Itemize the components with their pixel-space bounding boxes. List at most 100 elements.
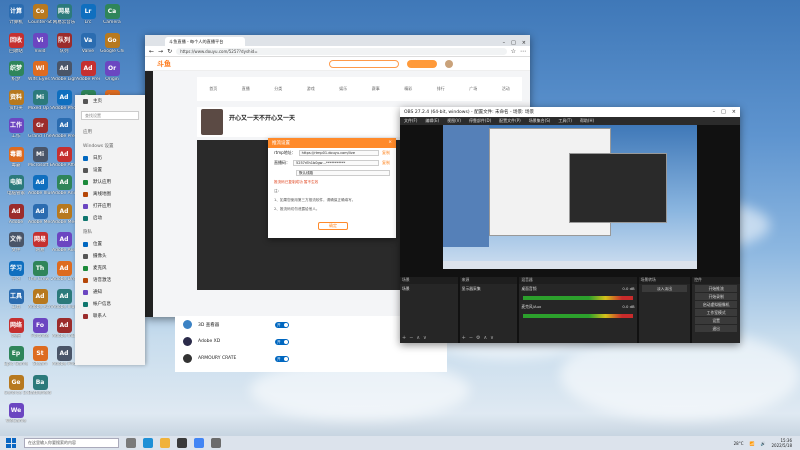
clock[interactable]: 15:36 2022/5/18 [771, 438, 792, 448]
refresh-icon[interactable]: ↻ [167, 48, 172, 55]
weather-text[interactable]: 28°C [734, 441, 744, 446]
key-copy-button[interactable]: 复制 [382, 160, 390, 166]
obs-menu-item[interactable]: 文件(F) [404, 118, 417, 124]
desktop-icon[interactable]: AdAdobe Acrobat [28, 289, 52, 310]
obs-control-button[interactable]: 退出 [695, 325, 738, 332]
obs-control-button[interactable]: 开始录制 [695, 293, 738, 300]
desktop-icon[interactable]: 文件 文件 [4, 232, 28, 253]
obs-window[interactable]: OBS 27.2.4 (64-bit, windows) - 配置文件: 未命名… [400, 107, 741, 343]
permission-toggle[interactable]: 开 [275, 355, 289, 362]
desktop-icon[interactable]: AdAdobe InDesign [52, 317, 76, 339]
desktop-icon[interactable]: 学习 学习 [4, 260, 28, 282]
desktop-icon[interactable]: Vi Vivid [28, 32, 52, 54]
desktop-icon[interactable]: GeGeforce Experience [4, 374, 28, 396]
obs-control-button[interactable]: 启动虚拟摄像机 [695, 301, 738, 308]
site-nav-item[interactable]: 分类 [274, 86, 282, 92]
desktop-icon[interactable]: 电脑 电脑管家 [4, 175, 28, 196]
desktop-icon[interactable]: AdAdobe Audition [52, 232, 76, 253]
desktop-icon[interactable]: 网络 网络 [4, 317, 28, 339]
desktop-icon[interactable]: AdAdobe Premiere [76, 61, 100, 82]
settings-nav-item[interactable]: 麦克风 [75, 262, 145, 274]
site-nav-item[interactable]: 直播 [242, 86, 250, 92]
site-nav-item[interactable]: 赛事 [372, 86, 380, 92]
browser-tab[interactable]: 斗鱼直播 - 每个人的直播平台 [165, 37, 245, 46]
settings-search-input[interactable]: 查找设置 [81, 111, 139, 120]
taskbar-search-input[interactable]: 在这里输入你要搜索的内容 [24, 438, 119, 448]
desktop-icon[interactable]: 毒霸 毒霸 [4, 146, 28, 168]
desktop-icon[interactable]: AdAdobe Photoshop [52, 89, 76, 111]
dialog-close-icon[interactable]: × [388, 140, 392, 146]
desktop-icon[interactable]: Fo Fortnite [28, 317, 52, 339]
site-search-input[interactable] [329, 59, 399, 68]
volume-icon[interactable]: 🔊 [761, 441, 766, 446]
line-select[interactable]: 默认线路 [296, 170, 390, 176]
desktop-icon[interactable]: AdAdobe Lightroom [52, 61, 76, 82]
desktop-icon[interactable]: 网易 网易云音乐 [52, 4, 76, 25]
ok-button[interactable]: 确定 [318, 222, 348, 230]
settings-nav-item[interactable]: 通知 [75, 286, 145, 298]
obs-control-button[interactable]: 工作室模式 [695, 309, 738, 316]
settings-nav-item[interactable]: 摄像头 [75, 250, 145, 262]
desktop-icon[interactable]: AdAdobe Illustrator [28, 175, 52, 196]
sources-tools[interactable]: +−⚙∧∨ [462, 335, 497, 341]
forward-icon[interactable]: → [158, 48, 163, 55]
desktop-icon[interactable]: Or Origin [100, 61, 124, 82]
obs-taskbar-icon[interactable] [177, 438, 187, 448]
site-logo[interactable]: 斗鱼 [157, 59, 171, 69]
explorer-icon[interactable] [160, 438, 170, 448]
settings-nav-item[interactable]: 日历 [75, 152, 145, 164]
obs-menu-item[interactable]: 工具(T) [558, 118, 572, 124]
settings-nav-item[interactable]: 离线地图 [75, 188, 145, 200]
site-nav-item[interactable]: 首页 [209, 86, 217, 92]
settings-nav-item[interactable]: 位置 [75, 238, 145, 250]
task-view-icon[interactable] [126, 438, 136, 448]
desktop-icon[interactable]: AdAdobe Animate [52, 175, 76, 196]
obs-control-button[interactable]: 开始推流 [695, 285, 738, 292]
desktop-icon[interactable]: MiMicrosoft Edge [28, 146, 52, 168]
maximize-icon[interactable]: □ [721, 109, 726, 115]
desktop-icon[interactable]: AdAdobe Media... [28, 203, 52, 225]
star-icon[interactable]: ☆ [511, 48, 516, 55]
desktop-icon[interactable]: Lr Lrc [76, 4, 100, 25]
home-item[interactable]: 主页 [75, 95, 145, 107]
desktop-icon[interactable]: 计算 计算机 [4, 4, 28, 25]
desktop-icon[interactable]: Th The Crew 2 [28, 260, 52, 282]
permission-toggle[interactable]: 开 [275, 338, 289, 345]
minimize-icon[interactable]: – [713, 109, 716, 115]
settings-nav-item[interactable]: 启动 [75, 212, 145, 224]
desktop-icon[interactable]: AdAdobe Dreamweaver [52, 260, 76, 282]
obs-menu-item[interactable]: 配置文件(P) [499, 118, 521, 124]
site-nav-item[interactable]: 排行 [437, 86, 445, 92]
desktop-icon[interactable]: Va Valve [76, 32, 100, 54]
user-avatar[interactable] [445, 59, 453, 68]
desktop-icon[interactable]: GrGrand Theft Auto V [28, 118, 52, 139]
desktop-icon[interactable]: We WeGame [4, 403, 28, 424]
key-input[interactable]: 5257rEh1b0gw…*********** [293, 160, 379, 166]
obs-menu-item[interactable]: 编辑(E) [425, 118, 439, 124]
site-nav-item[interactable]: 活动 [502, 86, 510, 92]
transition-select[interactable]: 淡入淡出 [641, 285, 688, 292]
hot-search-button[interactable] [407, 59, 437, 68]
site-nav-item[interactable]: 广场 [469, 86, 477, 92]
rtmp-copy-button[interactable]: 复制 [382, 150, 390, 156]
site-nav-item[interactable]: 精彩 [404, 86, 412, 92]
desktop-icon[interactable]: 织梦 织梦 [4, 61, 28, 82]
settings-nav-item[interactable]: 联系人 [75, 310, 145, 322]
mixer-ch1-meter[interactable] [523, 296, 633, 300]
desktop-icon[interactable]: 工具 工具 [4, 289, 28, 310]
back-icon[interactable]: ← [149, 48, 154, 55]
source-item[interactable]: 显示器采集 [460, 284, 518, 294]
settings-nav-item[interactable]: 语音激活 [75, 274, 145, 286]
edge-icon[interactable] [143, 438, 153, 448]
chrome-taskbar-icon[interactable] [194, 438, 204, 448]
desktop-icon[interactable]: AdAdobe Photoshop 2022 [52, 346, 76, 367]
settings-taskbar-icon[interactable] [211, 438, 221, 448]
site-nav-item[interactable]: 娱乐 [339, 86, 347, 92]
desktop-icon[interactable]: WlWlfs Eyes Star... [28, 61, 52, 82]
scenes-tools[interactable]: +−∧∨ [402, 335, 430, 341]
desktop-icon[interactable]: 工作 工作 [4, 118, 28, 139]
desktop-icon[interactable]: EpEpic Games Launcher [4, 346, 28, 367]
maximize-icon[interactable]: □ [511, 40, 516, 46]
scene-item[interactable]: 场景 [400, 284, 458, 294]
desktop-icon[interactable]: Ad Adobe [4, 203, 28, 225]
